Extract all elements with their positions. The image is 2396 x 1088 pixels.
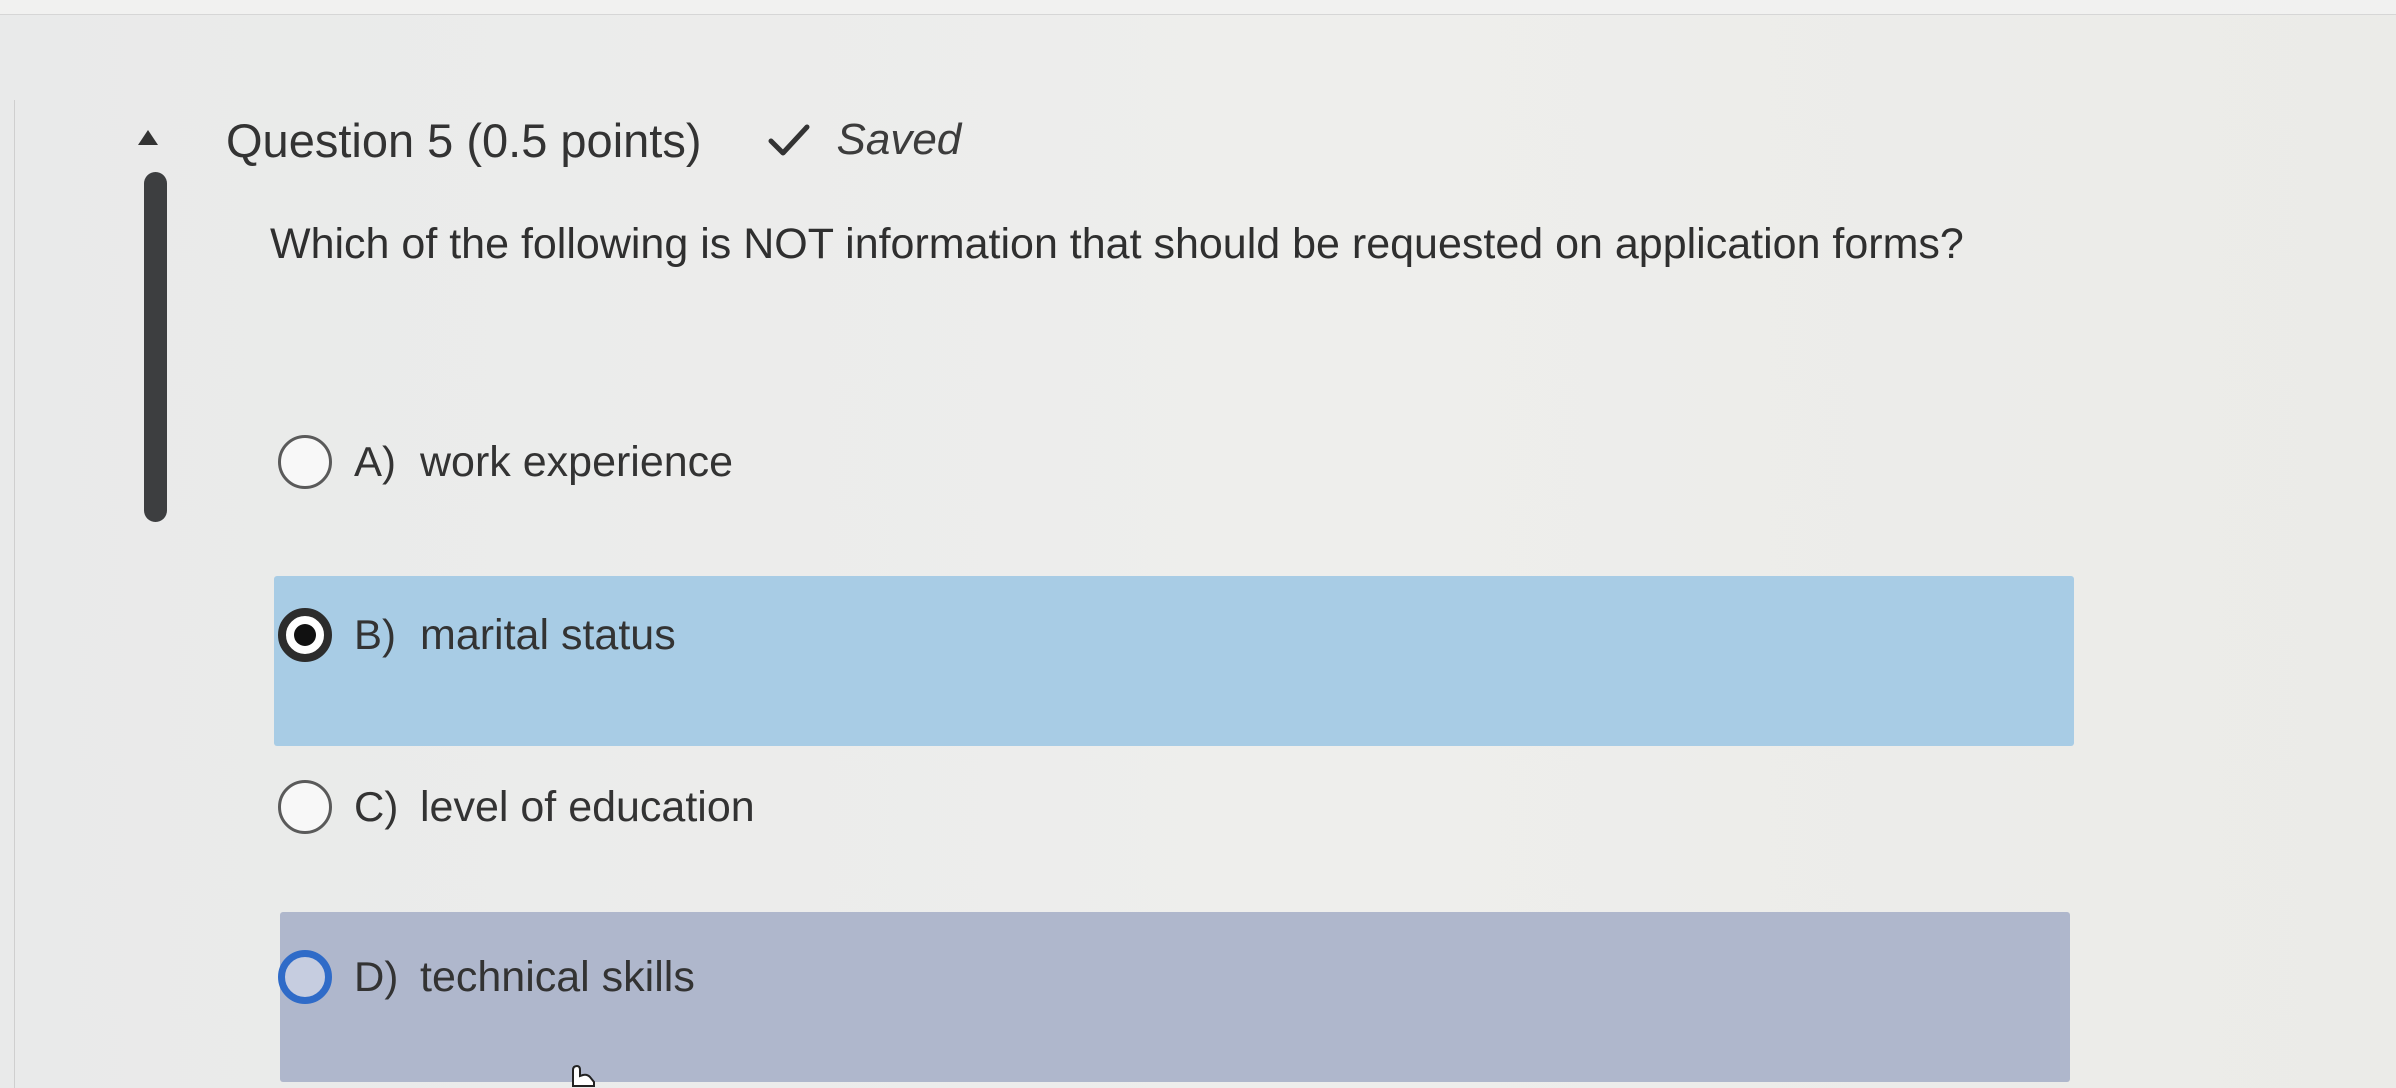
question-focus-indicator [144, 172, 167, 522]
option-label: marital status [420, 610, 676, 659]
option-label: work experience [420, 437, 734, 486]
saved-status: Saved [836, 115, 962, 164]
hand-cursor-icon [572, 1064, 595, 1087]
answer-option-b[interactable]: B) marital status [278, 608, 676, 662]
option-label: technical skills [420, 952, 695, 1001]
question-header: Question 5 (0.5 points) Saved [226, 105, 961, 175]
option-letter: A) [354, 438, 396, 485]
answer-option-a[interactable]: A) work experience [278, 435, 733, 489]
option-letter: C) [354, 783, 399, 830]
radio-selected-dot [294, 624, 316, 646]
radio-button-c[interactable] [278, 780, 332, 834]
question-title: Question 5 (0.5 points) [226, 113, 702, 167]
radio-button-d[interactable] [278, 950, 332, 1004]
option-letter: D) [354, 953, 399, 1000]
answer-option-d[interactable]: D) technical skills [278, 950, 695, 1004]
saved-indicator: Saved [768, 115, 962, 164]
answer-option-c[interactable]: C) level of education [278, 780, 755, 834]
top-divider [0, 0, 2396, 15]
collapse-arrow-icon[interactable] [138, 130, 158, 145]
left-edge-border [0, 100, 15, 1088]
question-prompt: Which of the following is NOT informatio… [270, 220, 1964, 268]
option-label: level of education [420, 782, 755, 831]
radio-button-a[interactable] [278, 435, 332, 489]
radio-button-b[interactable] [278, 608, 332, 662]
check-icon [768, 124, 809, 156]
option-letter: B) [354, 611, 396, 658]
